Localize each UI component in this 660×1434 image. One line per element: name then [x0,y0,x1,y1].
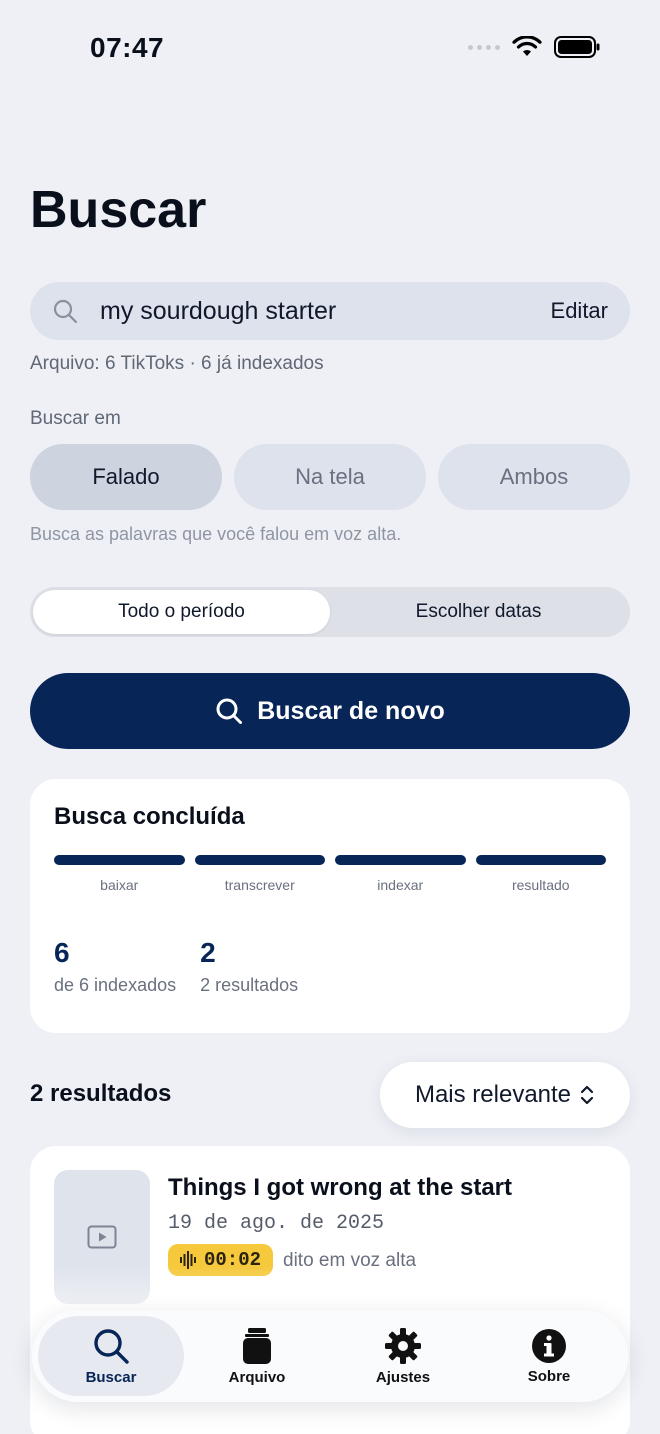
gear-icon [385,1327,421,1364]
progress-stages: baixar transcrever indexar resultado [54,855,606,893]
search-query[interactable]: my sourdough starter [100,297,551,326]
search-box[interactable]: my sourdough starter Editar [30,282,630,340]
period-choose-dates-option[interactable]: Escolher datas [330,590,627,634]
status-time: 07:47 [90,32,165,63]
stat-value: 6 [54,937,70,968]
status-bar: 07:47 [0,0,660,96]
search-mode-selector: Falado Na tela Ambos [30,444,630,510]
stage-label: transcrever [224,877,295,893]
stage-label: resultado [511,877,570,893]
stat-results: 2 2 resultados [200,937,298,996]
tab-bar: Buscar Arquivo Ajustes Sobre [32,1310,628,1402]
stage-label: baixar [100,877,139,893]
stage-result: resultado [475,855,606,893]
stat-caption: 2 resultados [200,975,299,995]
battery-icon [554,36,600,58]
result-title: Things I got wrong at the start [168,1174,512,1201]
period-all-time-option[interactable]: Todo o período [33,590,330,634]
progress-stats: 6 de 6 indexados 2 2 resultados [54,937,606,996]
archive-info: Arquivo: 6 TikToks · 6 já indexados [30,353,324,374]
tab-label: Ajustes [375,1368,431,1386]
search-icon [94,1328,129,1364]
stage-bar [194,855,325,865]
search-icon [216,698,243,724]
stage-transcribe: transcrever [194,855,325,893]
tab-label: Buscar [85,1368,137,1386]
stat-value: 2 [200,937,216,968]
result-date: 19 de ago. de 2025 [168,1212,385,1235]
search-again-label: Buscar de novo [257,696,445,725]
edit-button[interactable]: Editar [551,298,608,324]
stage-index: indexar [335,855,466,893]
stat-indexed: 6 de 6 indexados [54,937,176,996]
chevron-up-down-icon [580,1085,594,1105]
tab-archive[interactable]: Arquivo [184,1316,330,1396]
tab-search[interactable]: Buscar [38,1316,184,1396]
period-segmented-control: Todo o período Escolher datas [30,587,630,637]
sort-label: Mais relevante [414,1081,572,1108]
play-icon [87,1225,117,1249]
mode-hint: Busca as palavras que você falou em voz … [30,524,402,544]
search-progress-card: Busca concluída baixar transcrever index… [30,779,630,1033]
mode-spoken-button[interactable]: Falado [30,444,222,510]
archive-jar-icon [243,1327,271,1364]
stage-bar [54,855,185,865]
stage-label: indexar [377,877,424,893]
tab-settings[interactable]: Ajustes [330,1316,476,1396]
stage-bar [335,855,466,865]
page-title: Buscar [30,181,207,239]
tab-about[interactable]: Sobre [476,1316,622,1396]
tab-label: Arquivo [228,1368,286,1386]
search-again-button[interactable]: Buscar de novo [30,673,630,749]
search-icon [53,299,78,324]
results-count: 2 resultados [30,1080,172,1107]
stage-download: baixar [54,855,185,893]
cellular-signal-icon [468,44,500,50]
wifi-icon [512,36,542,56]
stat-caption: de 6 indexados [54,975,177,995]
mode-both-button[interactable]: Ambos [438,444,630,510]
status-icons [468,36,600,58]
sort-button[interactable]: Mais relevante [380,1062,630,1128]
mode-on-screen-button[interactable]: Na tela [234,444,426,510]
search-in-label: Buscar em [30,408,121,429]
tab-label: Sobre [527,1367,571,1385]
stage-bar [475,855,606,865]
info-icon [532,1328,566,1363]
progress-title: Busca concluída [54,803,245,830]
